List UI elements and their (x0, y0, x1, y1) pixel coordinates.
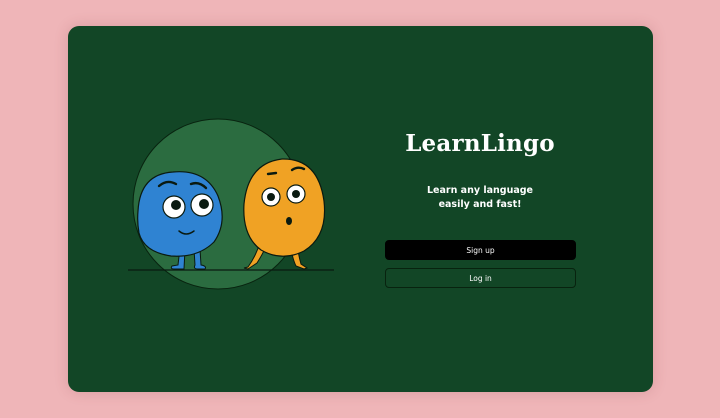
tagline-line-1: Learn any language (427, 185, 533, 196)
orange-blob-character (243, 158, 326, 270)
signup-button[interactable]: Sign up (385, 240, 576, 260)
mascots-illustration (128, 118, 334, 290)
app-title: LearnLingo (405, 130, 555, 157)
login-button[interactable]: Log in (385, 268, 576, 288)
tagline: Learn any language easily and fast! (385, 184, 575, 212)
tagline-line-2: easily and fast! (438, 199, 522, 210)
welcome-card: LearnLingo Learn any language easily and… (68, 26, 653, 392)
